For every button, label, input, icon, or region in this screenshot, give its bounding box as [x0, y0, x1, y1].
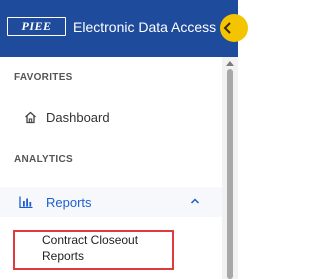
- sidebar-collapse-button[interactable]: [220, 14, 248, 42]
- sidebar-item-reports[interactable]: Reports: [0, 187, 222, 217]
- app-header: PIEE Electronic Data Access: [0, 0, 248, 57]
- piee-logo[interactable]: PIEE: [7, 17, 66, 36]
- bar-chart-icon: [19, 196, 33, 208]
- app-title: Electronic Data Access: [73, 19, 217, 35]
- sidebar: FAVORITES Dashboard ANALYTICS Reports Co…: [0, 57, 222, 279]
- sidebar-item-label: Reports: [46, 195, 92, 210]
- sidebar-scrollbar[interactable]: [222, 57, 238, 279]
- chevron-left-icon: [223, 22, 231, 34]
- sidebar-subitem-contract-closeout-reports[interactable]: Contract Closeout Reports: [0, 225, 222, 271]
- sidebar-subitem-label: Contract Closeout Reports: [42, 233, 139, 263]
- section-label-analytics: ANALYTICS: [14, 154, 74, 165]
- scroll-up-arrow-icon[interactable]: [226, 61, 234, 66]
- sidebar-item-dashboard[interactable]: Dashboard: [0, 105, 222, 131]
- home-icon: [25, 111, 36, 124]
- section-label-favorites: FAVORITES: [14, 72, 73, 83]
- chevron-up-icon[interactable]: [190, 197, 200, 205]
- scrollbar-thumb[interactable]: [227, 69, 233, 279]
- sidebar-item-label: Dashboard: [46, 110, 110, 125]
